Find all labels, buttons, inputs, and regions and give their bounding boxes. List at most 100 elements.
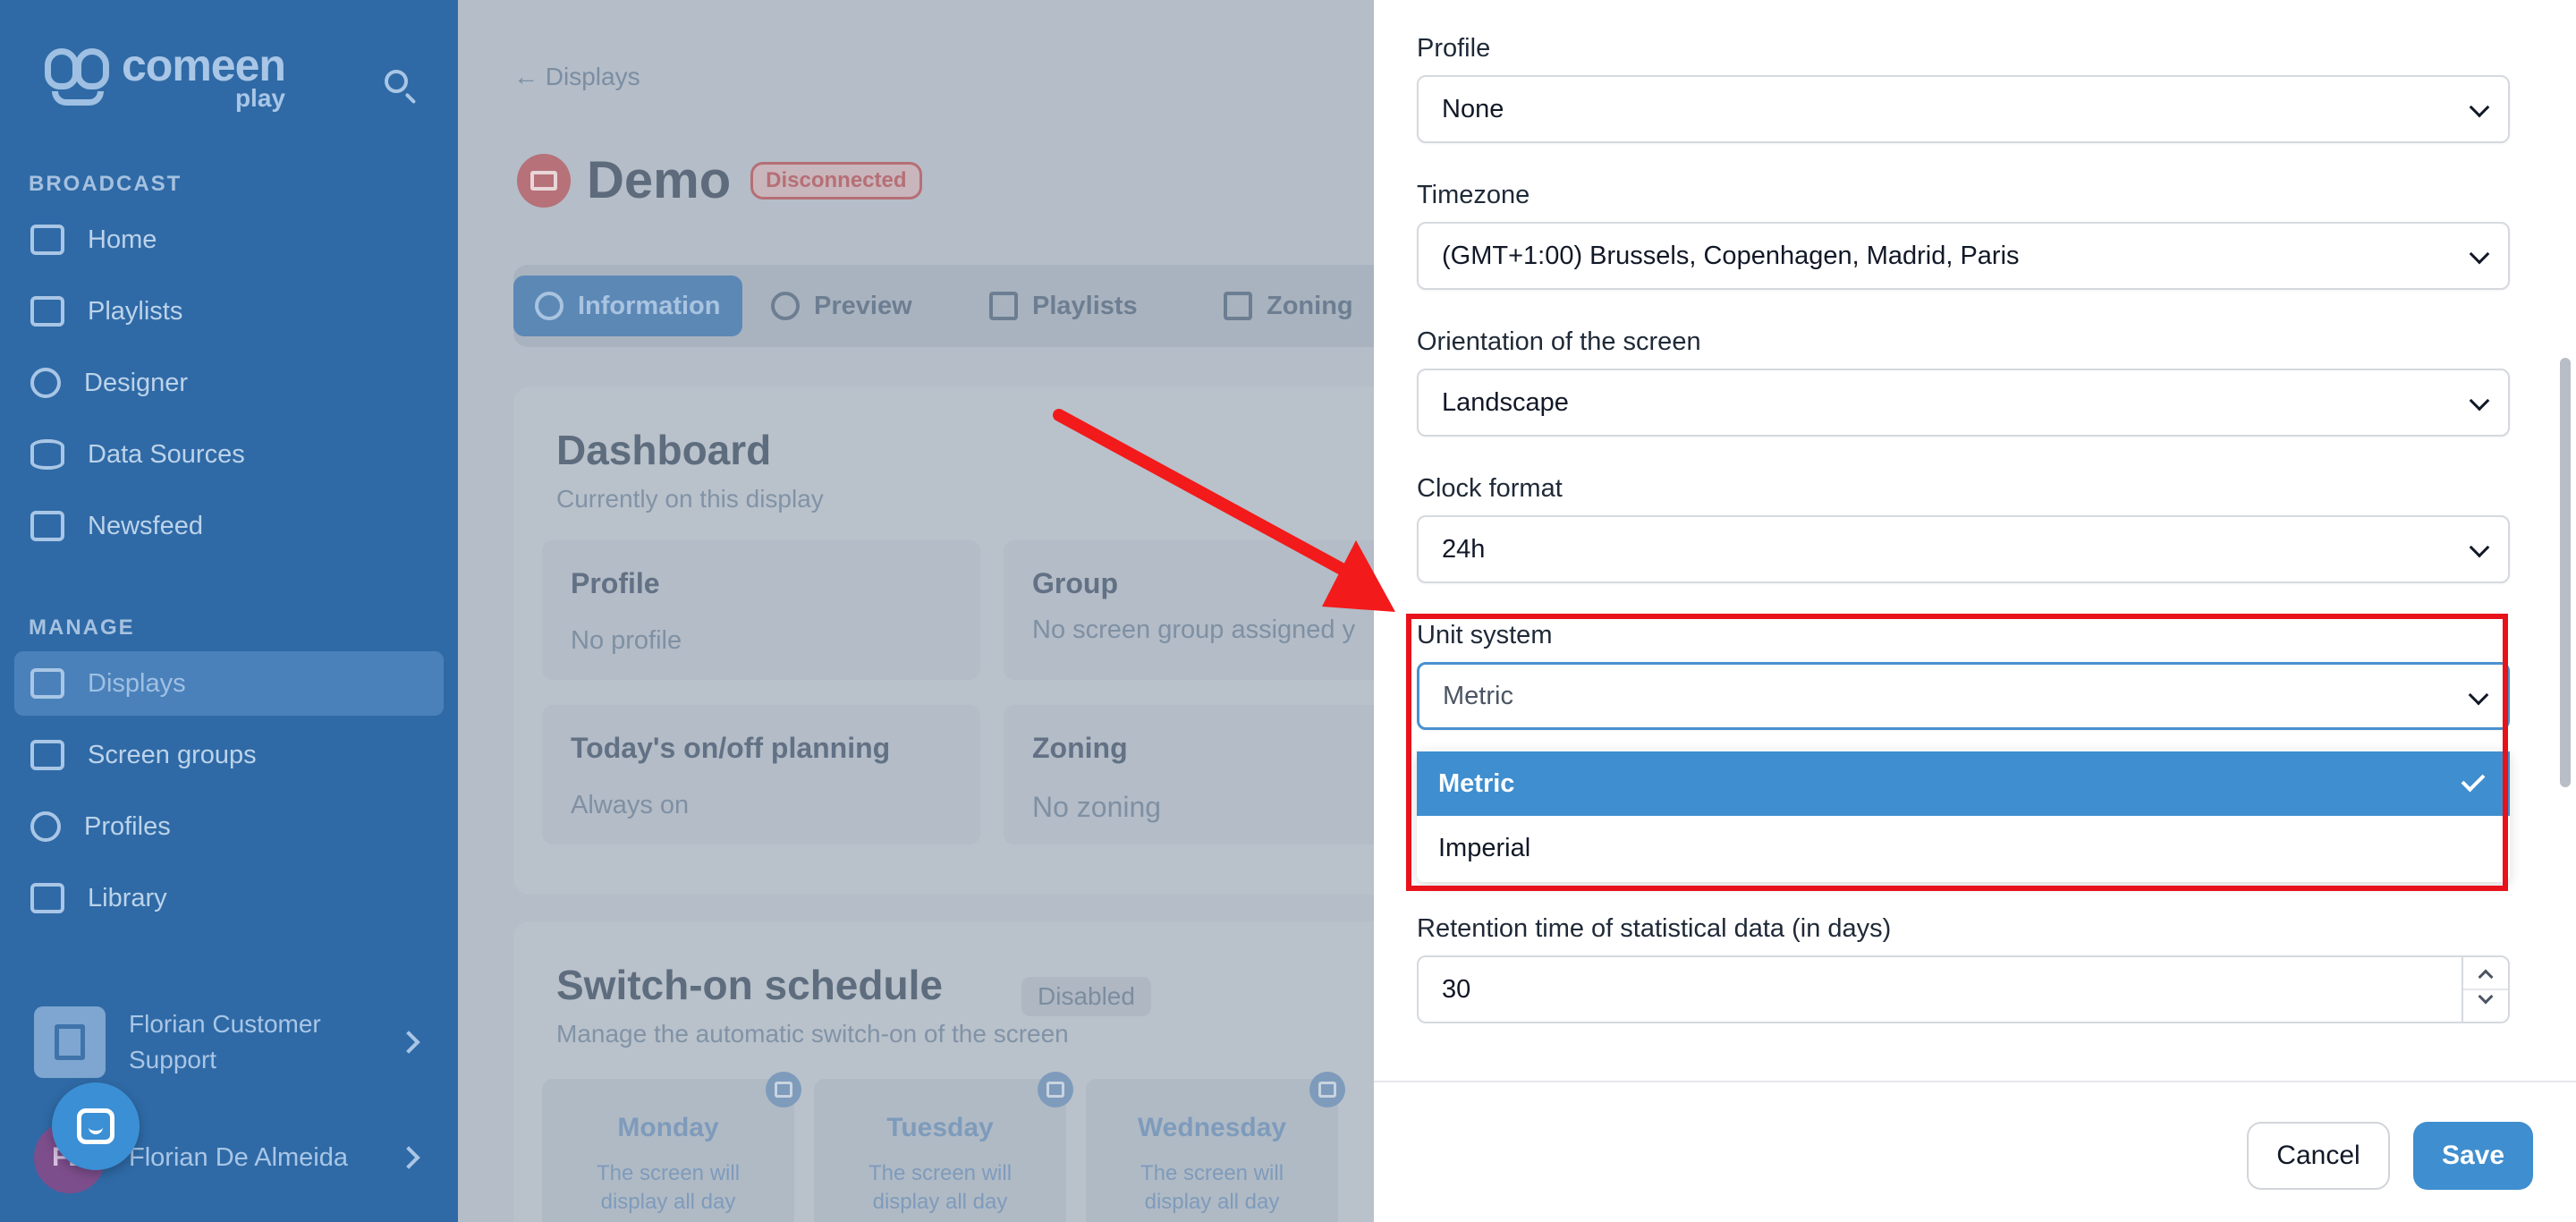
play-icon [771, 292, 800, 320]
sidebar-item-home[interactable]: Home [14, 208, 444, 272]
sidebar-item-label: Library [88, 883, 167, 912]
day-card-monday[interactable]: Monday The screen will display all day [542, 1072, 801, 1222]
tile-title: Profile [571, 567, 660, 599]
tile-title: Today's on/off planning [571, 732, 891, 764]
zoning-icon [1224, 292, 1252, 320]
chevron-right-icon [397, 1031, 420, 1054]
sidebar-item-label: Displays [88, 668, 186, 698]
sidebar-item-designer[interactable]: Designer [14, 351, 444, 415]
logo-subtitle: play [234, 84, 285, 112]
select-value: None [1442, 94, 1504, 123]
sidebar-item-data-sources[interactable]: Data Sources [14, 422, 444, 487]
sidebar-item-label: Data Sources [88, 439, 245, 469]
sidebar-item-newsfeed[interactable]: Newsfeed [14, 494, 444, 558]
timezone-label: Timezone [1417, 181, 1530, 209]
input-value: 30 [1442, 974, 1471, 1004]
day-text: The screen will [1140, 1161, 1284, 1185]
user-name: Florian De Almeida [129, 1142, 348, 1172]
gear-icon [30, 811, 61, 842]
status-badge: Disabled [1021, 977, 1151, 1016]
chat-icon [77, 1108, 114, 1144]
playlist-icon [989, 292, 1018, 320]
cancel-button[interactable]: Cancel [2247, 1122, 2390, 1190]
scrollbar[interactable] [2560, 358, 2571, 787]
number-stepper[interactable] [2462, 957, 2508, 1022]
save-button[interactable]: Save [2413, 1122, 2533, 1190]
chevron-down-icon [2469, 243, 2490, 265]
playlist-icon [30, 296, 64, 327]
tile-title: Zoning [1032, 732, 1128, 764]
chevron-down-icon [2469, 390, 2490, 412]
annotation-highlight-box [1406, 614, 2508, 891]
tile-title: Group [1032, 567, 1118, 599]
day-name: Monday [617, 1113, 719, 1142]
page-title: Demo [587, 151, 732, 209]
sidebar-item-playlists[interactable]: Playlists [14, 279, 444, 344]
main-content: ← Displays Demo Disconnected Information… [458, 0, 1374, 1222]
search-icon[interactable] [383, 68, 419, 105]
schedule-title: Switch-on schedule [556, 962, 943, 1008]
chevron-down-icon[interactable] [2478, 989, 2494, 1005]
status-badge: Disconnected [750, 161, 922, 199]
clock-format-label: Clock format [1417, 474, 1563, 503]
profile-select[interactable]: None [1417, 75, 2510, 143]
designer-icon [30, 368, 61, 398]
page-header: Demo Disconnected [517, 150, 922, 210]
comeen-logo-icon [43, 43, 114, 111]
database-icon [30, 439, 64, 470]
select-value: (GMT+1:00) Brussels, Copenhagen, Madrid,… [1442, 241, 2020, 270]
sidebar-item-label: Newsfeed [88, 511, 203, 540]
drawer-footer: Cancel Save [1374, 1081, 2576, 1222]
calendar-icon [1038, 1072, 1073, 1107]
tab-label: Preview [814, 291, 912, 320]
orientation-select[interactable]: Landscape [1417, 369, 2510, 437]
profile-tile: Profile No profile [542, 540, 980, 680]
logo-name: comeen [122, 40, 286, 90]
sidebar-item-displays[interactable]: Displays [14, 651, 444, 716]
tile-value: Always on [571, 791, 690, 819]
sidebar-item-library[interactable]: Library [14, 866, 444, 930]
comeen-logo[interactable]: comeen play [43, 40, 286, 112]
sidebar-item-label: Playlists [88, 296, 183, 326]
back-link[interactable]: ← Displays [513, 63, 640, 91]
section-label-broadcast: BROADCAST [29, 172, 182, 196]
tab-information[interactable]: Information [513, 276, 742, 336]
day-card-wednesday[interactable]: Wednesday The screen will display all day [1086, 1072, 1345, 1222]
chevron-up-icon[interactable] [2478, 969, 2494, 985]
sidebar: comeen play BROADCAST Home Playlists Des… [0, 0, 458, 1222]
select-value: Landscape [1442, 387, 1569, 417]
chevron-down-icon [2469, 537, 2490, 558]
tile-value: No screen group assigned y [1032, 615, 1356, 644]
planning-tile: Today's on/off planning Always on [542, 705, 980, 844]
timezone-select[interactable]: (GMT+1:00) Brussels, Copenhagen, Madrid,… [1417, 222, 2510, 290]
tab-label: Playlists [1032, 291, 1138, 320]
tab-preview[interactable]: Preview [750, 276, 934, 336]
chat-support-button[interactable] [52, 1082, 140, 1170]
organization-name: Florian Customer Support [129, 1010, 321, 1073]
sidebar-item-screen-groups[interactable]: Screen groups [14, 723, 444, 787]
day-text: The screen will [868, 1161, 1013, 1185]
sidebar-item-profiles[interactable]: Profiles [14, 794, 444, 859]
info-icon [535, 292, 564, 320]
orientation-label: Orientation of the screen [1417, 327, 1701, 356]
tab-playlists[interactable]: Playlists [968, 276, 1159, 336]
home-icon [30, 225, 64, 255]
section-label-manage: MANAGE [29, 615, 135, 640]
schedule-subtitle: Manage the automatic switch-on of the sc… [556, 1020, 1069, 1048]
select-value: 24h [1442, 534, 1486, 564]
retention-input[interactable]: 30 [1417, 955, 2510, 1023]
organization-switcher[interactable]: Florian Customer Support [14, 984, 444, 1100]
tile-value: No zoning [1032, 791, 1162, 823]
sidebar-item-label: Screen groups [88, 740, 257, 769]
newsfeed-icon [30, 511, 64, 541]
day-text: display all day [600, 1190, 736, 1214]
sidebar-item-label: Home [88, 225, 157, 254]
profile-label: Profile [1417, 34, 1491, 63]
day-text: display all day [1144, 1190, 1280, 1214]
calendar-icon [1309, 1072, 1345, 1107]
tabs: Information Preview Playlists Zoning [513, 265, 1374, 347]
day-card-tuesday[interactable]: Tuesday The screen will display all day [814, 1072, 1073, 1222]
clock-format-select[interactable]: 24h [1417, 515, 2510, 583]
tab-zoning[interactable]: Zoning [1202, 276, 1374, 336]
zoning-tile: Zoning No zoning [1004, 705, 1374, 844]
